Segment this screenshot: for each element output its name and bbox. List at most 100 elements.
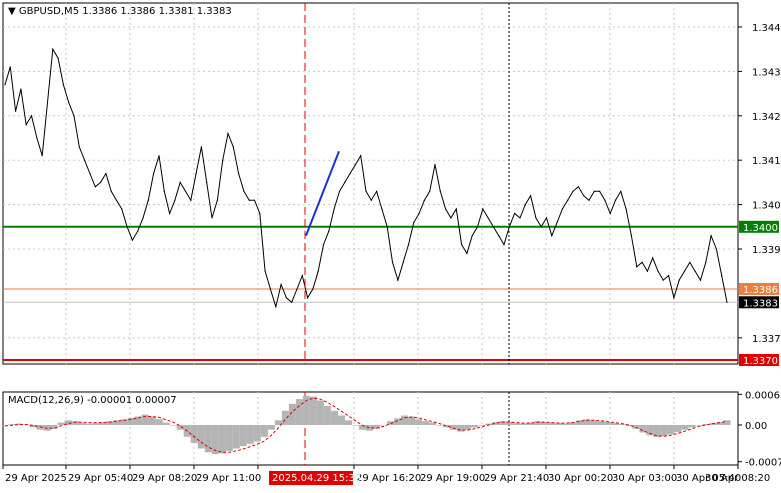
- chart-window[interactable]: ▼ GBPUSD,M5 1.3386 1.3386 1.3381 1.3383 …: [0, 0, 781, 489]
- price-point: [370, 199, 372, 201]
- price-point: [694, 270, 696, 272]
- price-pane[interactable]: ▼ GBPUSD,M5 1.3386 1.3386 1.3381 1.3383: [2, 2, 739, 365]
- price-point: [291, 301, 293, 303]
- price-point: [238, 172, 240, 175]
- price-point: [556, 221, 558, 223]
- price-point: [413, 221, 415, 223]
- price-point: [158, 155, 160, 157]
- chart-canvas[interactable]: ▼ GBPUSD,M5 1.3386 1.3386 1.3381 1.3383 …: [0, 0, 781, 489]
- price-point: [338, 190, 341, 192]
- time-tick-label: 29 Apr 11:00: [196, 473, 261, 484]
- price-point: [381, 208, 383, 210]
- price-point: [179, 181, 181, 183]
- macd-bar: [338, 415, 345, 425]
- price-point: [482, 208, 484, 210]
- macd-bar: [562, 423, 570, 425]
- price-point: [514, 212, 516, 215]
- price-tick-label: 1.3435: [752, 67, 781, 78]
- price-point: [429, 190, 431, 192]
- price-point: [535, 217, 537, 219]
- macd-bar: [148, 416, 156, 425]
- time-tick-label: 30 Apr 08:20: [705, 473, 770, 484]
- price-axis: 1.3445 1.3435 1.3425 1.3415 1.3405 1.3395 1.33…: [738, 23, 781, 367]
- macd-header: MACD(12,26,9) -0.00001 0.00007: [8, 395, 177, 406]
- price-point: [386, 226, 388, 228]
- price-tick-label: 1.3425: [752, 112, 781, 123]
- price-point: [280, 283, 282, 286]
- price-point: [184, 190, 187, 192]
- macd-bar: [92, 423, 100, 425]
- price-point: [699, 279, 702, 281]
- macd-bar: [408, 416, 416, 425]
- macd-bar: [660, 425, 668, 437]
- macd-bar: [232, 425, 240, 449]
- price-tick-label: 1.3445: [752, 23, 781, 34]
- price-point: [200, 146, 202, 148]
- time-highlight-label: 2025.04.29 15:35: [272, 473, 361, 484]
- price-point: [715, 248, 718, 250]
- price-point: [561, 208, 564, 210]
- price-point: [614, 199, 617, 201]
- price-point: [100, 181, 102, 183]
- macd-bar: [316, 400, 324, 425]
- price-point: [89, 172, 91, 175]
- level-badge-label: 1.3400: [743, 223, 778, 234]
- price-point: [572, 190, 574, 192]
- level-badge-label: 1.3386: [743, 285, 778, 296]
- macd-bar: [267, 425, 275, 430]
- time-tick-label: 29 Apr 2025: [5, 473, 67, 484]
- price-point: [259, 212, 261, 215]
- price-point: [216, 199, 218, 201]
- price-point: [153, 172, 155, 175]
- macd-bar: [190, 425, 198, 443]
- price-point: [354, 164, 356, 166]
- macd-bar: [57, 422, 65, 425]
- price-point: [105, 172, 107, 175]
- price-point: [169, 212, 171, 215]
- macd-tick-label: 0.00: [745, 421, 767, 432]
- price-point: [705, 261, 707, 263]
- price-point: [349, 172, 351, 175]
- price-point: [312, 288, 314, 290]
- price-point: [599, 190, 601, 192]
- macd-bar: [197, 425, 205, 449]
- macd-tick-label: -0.00078: [745, 458, 781, 469]
- price-point: [360, 155, 362, 157]
- macd-pane[interactable]: MACD(12,26,9) -0.00001 0.00007: [1, 391, 739, 466]
- price-point: [41, 155, 43, 157]
- level-badge-label: 1.3370: [743, 356, 778, 367]
- price-point: [434, 164, 436, 166]
- price-point: [264, 270, 266, 272]
- price-point: [301, 275, 303, 277]
- price-point: [407, 244, 410, 246]
- macd-bar: [457, 425, 465, 432]
- price-point: [84, 159, 86, 161]
- macd-bar: [345, 420, 352, 425]
- price-point: [121, 208, 123, 210]
- price-point: [726, 301, 728, 303]
- price-point: [487, 217, 489, 219]
- price-point: [269, 288, 271, 290]
- price-tick-label: 1.3405: [752, 201, 781, 212]
- price-point: [652, 257, 654, 259]
- macd-bar: [723, 420, 731, 425]
- price-point: [524, 204, 526, 206]
- price-point: [253, 199, 256, 201]
- price-point: [450, 217, 452, 219]
- macd-bar: [415, 419, 423, 425]
- macd-bar: [674, 425, 682, 433]
- price-point: [445, 208, 447, 210]
- time-tick-label: 30 Apr 00:20: [548, 473, 613, 484]
- price-point: [46, 101, 49, 104]
- price-point: [551, 235, 553, 237]
- macd-bar: [309, 396, 317, 425]
- price-point: [397, 279, 399, 281]
- macd-bar: [246, 425, 254, 444]
- price-point: [147, 199, 149, 201]
- macd-bar: [225, 425, 233, 451]
- price-point: [232, 146, 234, 148]
- price-point: [222, 159, 224, 161]
- price-point: [466, 252, 468, 254]
- price-point: [439, 190, 441, 192]
- price-point: [307, 297, 309, 299]
